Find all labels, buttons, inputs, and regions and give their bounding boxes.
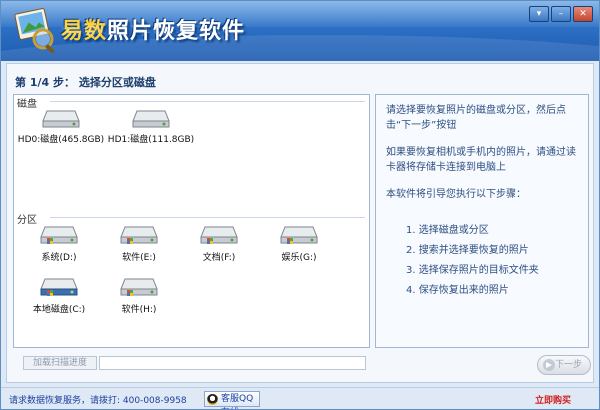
qq-penguin-icon <box>207 394 218 405</box>
partition-item-c[interactable]: 本地磁盘(C:) <box>14 277 104 315</box>
scan-progress-bar <box>99 356 366 370</box>
main-content: 第 1/4 步： 选择分区或磁盘 磁盘 HD0:磁盘(465.8GB) HD1:… <box>6 63 594 383</box>
disks-group-label: 磁盘 <box>17 95 40 110</box>
partition-item-f[interactable]: 文档(F:) <box>174 225 264 263</box>
status-bar: 请求数据恢复服务，请拨打: 400-008-9958 客服QQ在线 立即购买 <box>1 387 599 409</box>
partition-label: 文档(F:) <box>202 253 236 263</box>
step-item: 1. 选择磁盘或分区 <box>406 225 489 236</box>
scan-progress-row: 加载扫描进度 <box>13 356 370 370</box>
partition-label: 软件(H:) <box>121 305 157 315</box>
minimize-icon[interactable]: ▾ <box>529 6 549 22</box>
partitions-group-label: 分区 <box>17 211 40 226</box>
divider <box>50 217 365 218</box>
partition-drive-icon <box>280 226 318 244</box>
disk-item-hd1[interactable]: HD1:磁盘(111.8GB) <box>106 109 196 145</box>
instructions-panel: 请选择要恢复照片的磁盘或分区，然后点击“下一步”按钮 如果要恢复相机或手机内的照… <box>375 94 589 348</box>
load-scan-progress-button[interactable]: 加载扫描进度 <box>23 356 97 370</box>
title-bar[interactable]: 易数照片恢复软件 易数照片恢复软件 ▾ – ✕ <box>1 1 599 61</box>
disk-label: HD1:磁盘(111.8GB) <box>107 135 195 145</box>
divider <box>50 101 365 102</box>
next-step-label: 下一步 <box>554 360 582 370</box>
partition-item-g[interactable]: 娱乐(G:) <box>254 225 344 263</box>
buy-now-link[interactable]: 立即购买 <box>535 393 571 406</box>
disk-item-hd0[interactable]: HD0:磁盘(465.8GB) <box>16 109 106 145</box>
qq-support-button[interactable]: 客服QQ在线 <box>204 391 260 409</box>
partition-drive-icon <box>200 226 238 244</box>
partition-item-e[interactable]: 软件(E:) <box>94 225 184 263</box>
step-title: 第 1/4 步： 选择分区或磁盘 <box>15 76 156 89</box>
partition-label: 系统(D:) <box>41 253 77 263</box>
system-drive-icon <box>40 278 78 296</box>
step-item: 3. 选择保存照片的目标文件夹 <box>406 265 539 276</box>
app-logo-icon <box>14 8 55 53</box>
app-title-reflection: 易数照片恢复软件 <box>61 23 246 37</box>
hard-disk-icon <box>42 110 80 128</box>
maximize-icon[interactable]: – <box>551 6 571 22</box>
partition-item-h[interactable]: 软件(H:) <box>94 277 184 315</box>
drive-selection-panel: 磁盘 HD0:磁盘(465.8GB) HD1:磁盘(111.8GB) 分区 系统… <box>13 94 370 348</box>
window-controls: ▾ – ✕ <box>529 6 593 22</box>
step-item: 4. 保存恢复出来的照片 <box>406 285 509 296</box>
recovery-service-text: 请求数据恢复服务，请拨打: 400-008-9958 <box>9 396 187 406</box>
phone-tip-text: 如果要恢复相机或手机内的照片，请通过读卡器将存储卡连接到电脑上 <box>386 147 576 173</box>
arrow-right-icon <box>543 359 555 371</box>
steps-intro-text: 本软件将引导您执行以下步骤： <box>386 189 526 200</box>
partition-label: 软件(E:) <box>122 253 156 263</box>
close-icon[interactable]: ✕ <box>573 6 593 22</box>
partition-drive-icon <box>120 226 158 244</box>
next-step-button[interactable]: 下一步 <box>537 355 591 375</box>
partition-label: 娱乐(G:) <box>281 253 317 263</box>
intro-text: 请选择要恢复照片的磁盘或分区，然后点击“下一步”按钮 <box>386 105 566 131</box>
partition-item-d[interactable]: 系统(D:) <box>14 225 104 263</box>
disk-label: HD0:磁盘(465.8GB) <box>17 135 105 145</box>
partition-label: 本地磁盘(C:) <box>32 305 86 315</box>
partition-drive-icon <box>40 226 78 244</box>
app-window: 易数照片恢复软件 易数照片恢复软件 ▾ – ✕ 第 1/4 步： 选择分区或磁盘… <box>0 0 600 410</box>
partition-drive-icon <box>120 278 158 296</box>
step-item: 2. 搜索并选择要恢复的照片 <box>406 245 529 256</box>
hard-disk-icon <box>132 110 170 128</box>
qq-support-label: 客服QQ在线 <box>221 394 254 409</box>
